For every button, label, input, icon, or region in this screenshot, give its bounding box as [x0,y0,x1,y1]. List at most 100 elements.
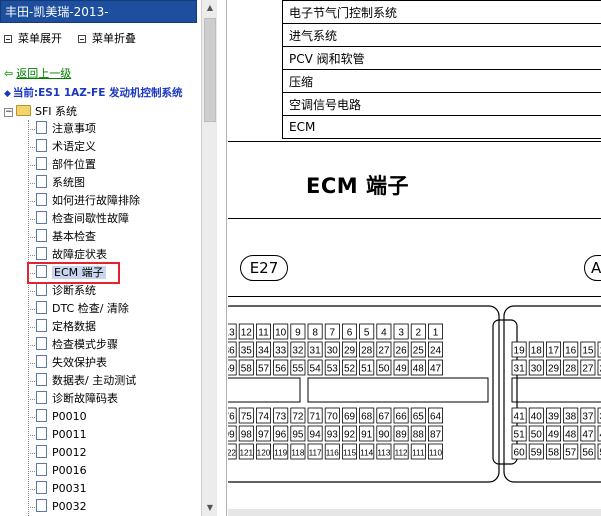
tree-connector-line [28,201,35,202]
tree-root-node[interactable]: − SFI 系统 [4,104,77,120]
tree-item[interactable]: P0012 [36,444,87,462]
tree-connector-line [28,381,35,382]
tree-connector-line [28,255,35,256]
document-icon [36,445,47,458]
document-icon [36,481,47,494]
left-scrollbar[interactable]: ▲ ▼ [201,0,217,516]
tree-connector-line [28,237,35,238]
tree-item[interactable]: 系统图 [36,174,85,192]
tree-item-label: DTC 检查/ 清除 [52,302,129,315]
tree-item[interactable]: 诊断系统 [36,282,96,300]
document-icon [36,121,47,134]
collapse-node-icon[interactable]: − [4,108,13,117]
connector-pin-diagram: 1312111098765432136353433323130292827262… [228,305,601,483]
pin-number: 11 [258,328,269,339]
tree-item-label: P0011 [52,428,87,441]
tree-item-label: 诊断故障码表 [52,392,118,405]
pin-number: 32 [292,346,304,357]
tree-connector-line [28,435,35,436]
document-icon [36,211,47,224]
pin-number: 74 [258,412,270,423]
pin-number: 35 [241,346,253,357]
table-cell: 压缩 [282,69,601,93]
pin-number: 66 [396,412,408,423]
tree-item[interactable]: 术语定义 [36,138,96,156]
collapse-menu-button[interactable]: 菜单折叠 [78,32,136,45]
pin-number: 71 [310,412,322,423]
connector-label: E27 [240,255,288,281]
tree-item[interactable]: 检查模式步骤 [36,336,118,354]
tree-item[interactable]: 如何进行故障排除 [36,192,140,210]
tree-item[interactable]: 诊断故障码表 [36,390,118,408]
document-icon [36,409,47,422]
tree-item-label: 系统图 [52,176,85,189]
tree-item-label: P0031 [52,482,87,495]
pin-number: 51 [361,364,373,375]
pin-number: 10 [275,328,287,339]
document-icon [36,355,47,368]
tree-connector-line [28,219,35,220]
pin-number: 57 [565,448,577,459]
pin-number: 60 [514,448,526,459]
pin-number: 13 [228,328,235,339]
tree-item-label: 失效保护表 [52,356,107,369]
pin-number: 7 [330,328,336,339]
tree-item[interactable]: 数据表/ 主动测试 [36,372,136,390]
pin-number: 99 [228,430,235,441]
tree-item[interactable]: 定格数据 [36,318,96,336]
tree-item[interactable]: P0010 [36,408,87,426]
scroll-down-icon[interactable]: ▼ [203,500,217,516]
pin-number: 40 [531,412,543,423]
tree-item[interactable]: 部件位置 [36,156,96,174]
pin-number: 58 [241,364,253,375]
scroll-thumb[interactable] [204,18,216,122]
pin-number: 51 [514,430,526,441]
pin-number: 67 [378,412,390,423]
scroll-up-icon[interactable]: ▲ [203,0,217,16]
tree-item[interactable]: DTC 检查/ 清除 [36,300,129,318]
tree-connector-line [28,417,35,418]
info-table: 电子节气门控制系统 进气系统 PCV 阀和软管 压缩 空调信号电路 ECM [282,0,601,139]
pin-number: 54 [310,364,322,375]
pin-number: 6 [347,328,353,339]
pin-number: 119 [274,449,287,458]
document-icon [36,301,47,314]
document-icon [36,337,47,350]
pin-number: 53 [327,364,339,375]
tree-item-label: 检查模式步骤 [52,338,118,351]
pin-number: 29 [344,346,356,357]
tree-connector-line [28,399,35,400]
tree-item[interactable]: 注意事项 [36,120,96,138]
pin-number: 5 [364,328,370,339]
tree-item-label: P0010 [52,410,87,423]
tree-item[interactable]: P0011 [36,426,87,444]
tree-item[interactable]: 故障症状表 [36,246,107,264]
tree-connector-line [28,489,35,490]
pin-number: 49 [396,364,408,375]
back-link[interactable]: ⇦ 返回上一级 [4,67,71,81]
tree-item[interactable]: P0031 [36,480,87,498]
tree-item[interactable]: ECM 端子 [36,264,106,282]
pin-number: 27 [582,364,594,375]
pin-number: 27 [378,346,390,357]
tree-item[interactable]: P0032 [36,498,87,516]
tree-item[interactable]: 失效保护表 [36,354,107,372]
pin-number: 38 [565,412,577,423]
pin-number: 26 [396,346,408,357]
pin-number: 98 [241,430,253,441]
back-arrow-icon: ⇦ [4,67,14,80]
tree-item[interactable]: 检查间歇性故障 [36,210,129,228]
pin-number: 28 [361,346,373,357]
pin-number: 2 [416,328,422,339]
expand-menu-button[interactable]: 菜单展开 [4,32,62,45]
collapse-label: 菜单折叠 [92,32,136,45]
pin-number: 68 [361,412,373,423]
pane-splitter[interactable] [217,0,227,516]
tree-connector-line [28,327,35,328]
tree-item[interactable]: 基本检查 [36,228,96,246]
document-icon [36,265,47,278]
tree-item[interactable]: P0016 [36,462,87,480]
pin-number: 118 [291,449,304,458]
bottom-scrollbar[interactable] [228,509,601,516]
pin-number: 16 [565,346,577,357]
